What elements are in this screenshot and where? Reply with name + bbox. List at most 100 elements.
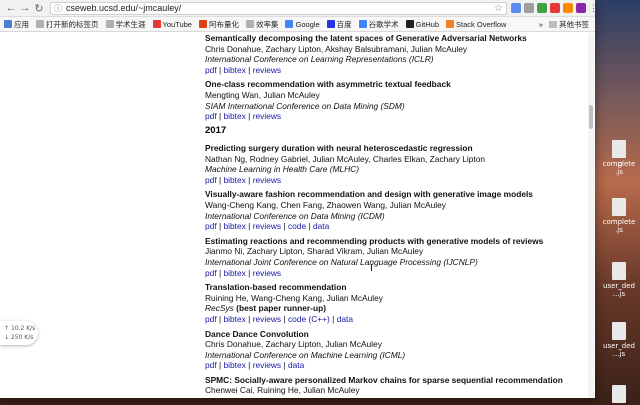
publication-link[interactable]: pdf — [205, 111, 217, 121]
bookmark-item[interactable]: Stack Overflow — [446, 20, 506, 29]
bookmark-label: GitHub — [415, 19, 440, 29]
extension-icon[interactable] — [511, 3, 521, 13]
scrollbar-thumb[interactable] — [589, 105, 593, 129]
url-text[interactable]: cseweb.ucsd.edu/~jmcauley/ — [66, 3, 494, 13]
forward-icon[interactable]: → — [18, 1, 32, 15]
publication-venue: RecSys (best paper runner-up) — [205, 303, 577, 314]
bookmark-icon — [446, 20, 455, 28]
publication-title: Translation-based recommendation — [205, 282, 347, 293]
publication-link[interactable]: bibtex — [224, 221, 246, 231]
publication-link[interactable]: data — [337, 314, 353, 324]
publication-link[interactable]: pdf — [205, 65, 217, 75]
publication-entry: SPMC: Socially-aware personalized Markov… — [205, 375, 577, 396]
scrollbar[interactable] — [588, 33, 594, 398]
reload-icon[interactable]: ↻ — [32, 1, 46, 15]
publication-link[interactable]: data — [288, 360, 304, 370]
file-icon — [612, 198, 626, 216]
publication-link[interactable]: pdf — [205, 314, 217, 324]
bookmark-item[interactable]: 学术生涯 — [105, 19, 146, 30]
desktop-file-label: complete .js — [602, 218, 636, 234]
publication-link[interactable]: code — [288, 221, 306, 231]
bookmark-item[interactable]: 效率集 — [245, 19, 278, 30]
publication-link[interactable]: bibtex — [224, 175, 246, 185]
publication-entry: Visually-aware fashion recommendation an… — [205, 189, 577, 231]
venue-note: (best paper runner-up) — [233, 303, 326, 314]
bookmark-label: 谷歌学术 — [368, 19, 399, 29]
extension-icons: ⋮ — [511, 3, 595, 13]
menu-icon[interactable]: ⋮ — [589, 3, 595, 13]
extension-icon[interactable] — [576, 3, 586, 13]
publication-link[interactable]: reviews — [253, 268, 281, 278]
publication-link[interactable]: pdf — [205, 221, 217, 231]
desktop-file[interactable]: complete .js — [598, 198, 640, 234]
publication-title: Estimating reactions and recommending pr… — [205, 235, 544, 246]
page-content: Semantically decomposing the latent spac… — [0, 33, 595, 398]
venue-name: Machine Learning in Health Care (MLHC) — [205, 164, 360, 175]
publication-links: pdf | bibtex | reviews — [205, 111, 282, 122]
bookmark-label: Google — [295, 19, 320, 29]
publication-link[interactable]: bibtex — [224, 360, 246, 370]
publication-link[interactable]: bibtex — [224, 65, 246, 75]
publication-authors: Jianmo Ni, Zachary Lipton, Sharad Vikram… — [205, 246, 424, 257]
publication-link[interactable]: reviews — [253, 111, 281, 121]
upload-speed: ↑ 10.2 K/s — [4, 325, 36, 332]
publication-venue: International Conference on Learning Rep… — [205, 54, 577, 65]
extension-icon[interactable] — [524, 3, 534, 13]
publication-link[interactable]: data — [313, 221, 329, 231]
desktop-file[interactable]: .item_ded gz — [598, 385, 640, 405]
publication-entry: One-class recommendation with asymmetric… — [205, 79, 577, 121]
bookmark-item[interactable]: 打开新的标签页 — [36, 19, 99, 30]
publication-authors: Nathan Ng, Rodney Gabriel, Julian McAule… — [205, 153, 486, 164]
bookmark-label: 应用 — [14, 19, 29, 29]
bookmarks-overflow-icon[interactable]: » — [539, 20, 543, 29]
publication-link[interactable]: reviews — [253, 221, 281, 231]
publication-entry: Translation-based recommendation Ruining … — [205, 282, 577, 324]
bookmark-item[interactable]: Google — [285, 19, 320, 29]
bookmark-label: 阿布量化 — [208, 19, 239, 29]
publication-link[interactable]: reviews — [253, 175, 281, 185]
browser-window: ← → ↻ ⓘ cseweb.ucsd.edu/~jmcauley/ ☆ ⋮ 应… — [0, 0, 595, 398]
extension-icon[interactable] — [563, 3, 573, 13]
bookmark-item[interactable]: 阿布量化 — [198, 19, 239, 30]
publication-link[interactable]: bibtex — [224, 111, 246, 121]
publication-title: Dance Dance Convolution — [205, 328, 309, 339]
bookmark-star-icon[interactable]: ☆ — [494, 3, 503, 14]
bookmark-icon — [358, 20, 367, 28]
publication-entry: Predicting surgery duration with neural … — [205, 143, 577, 185]
other-bookmarks[interactable]: 其他书签 — [559, 19, 589, 30]
venue-name: International Conference on Learning Rep… — [205, 54, 434, 65]
back-icon[interactable]: ← — [4, 1, 18, 15]
publication-title: One-class recommendation with asymmetric… — [205, 79, 451, 90]
publication-link[interactable]: reviews — [253, 65, 281, 75]
bookmark-item[interactable]: YouTube — [152, 20, 192, 29]
bookmark-label: Stack Overflow — [456, 19, 507, 29]
extension-icon[interactable] — [550, 3, 560, 13]
address-bar[interactable]: ⓘ cseweb.ucsd.edu/~jmcauley/ ☆ — [50, 1, 507, 15]
publication-link[interactable]: pdf — [205, 268, 217, 278]
publication-link[interactable]: code (C++) — [288, 314, 330, 324]
publication-links: pdf | bibtex | reviews — [205, 64, 282, 75]
publication-venue: International Conference on Machine Lear… — [205, 350, 577, 361]
bookmark-icon — [105, 20, 114, 28]
publication-link[interactable]: reviews — [253, 360, 281, 370]
extension-icon[interactable] — [537, 3, 547, 13]
publication-links: pdf | bibtex | reviews | code (C++) | da… — [205, 313, 353, 324]
venue-name: RecSys — [205, 303, 234, 314]
publication-link[interactable]: reviews — [253, 314, 281, 324]
bookmark-item[interactable]: 应用 — [4, 19, 29, 30]
publication-authors: Chris Donahue, Zachary Lipton, Akshay Ba… — [205, 43, 468, 54]
publication-link[interactable]: bibtex — [224, 314, 246, 324]
bookmark-item[interactable]: GitHub — [405, 19, 440, 29]
bookmark-icon — [245, 20, 254, 28]
bookmark-item[interactable]: 谷歌学术 — [358, 19, 399, 30]
desktop-file[interactable]: user_ded ...js — [598, 262, 640, 298]
publication-link[interactable]: pdf — [205, 175, 217, 185]
desktop-file[interactable]: complete .js — [598, 140, 640, 176]
publication-authors: Mengting Wan, Julian McAuley — [205, 89, 320, 100]
info-icon[interactable]: ⓘ — [54, 3, 62, 14]
bookmark-item[interactable]: 百度 — [326, 19, 352, 30]
publication-link[interactable]: pdf — [205, 360, 217, 370]
publication-links: pdf | bibtex | reviews | data — [205, 360, 305, 371]
publication-link[interactable]: bibtex — [224, 268, 246, 278]
desktop-file[interactable]: user_ded ...js — [598, 322, 640, 358]
